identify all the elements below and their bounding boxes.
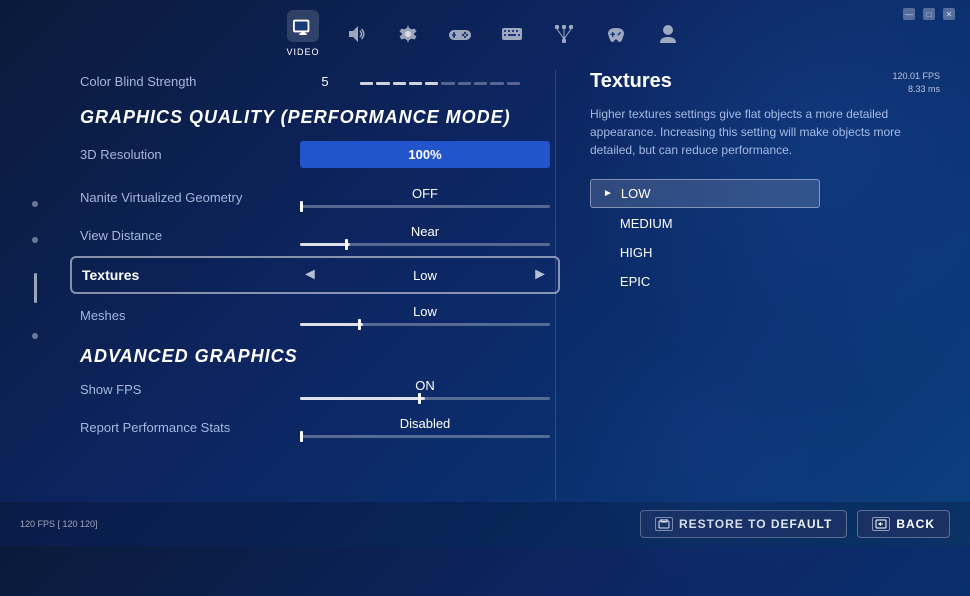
slider-seg-8: [474, 82, 487, 85]
main-content: Color Blind Strength 5 GRAPHICS QUALITY …: [70, 70, 560, 530]
dropdown-option-epic[interactable]: ► EPIC: [590, 268, 820, 295]
meshes-value: Low: [300, 304, 550, 319]
dropdown-label-medium: MEDIUM: [620, 216, 673, 231]
ms-value: 8.33 ms: [892, 83, 940, 96]
sidebar-dot-1: [32, 201, 38, 207]
slider-seg-6: [441, 82, 454, 85]
graphics-section-header: GRAPHICS QUALITY (PERFORMANCE MODE): [70, 97, 560, 133]
colorblind-value: 5: [300, 74, 350, 89]
nav-item-settings[interactable]: [392, 18, 424, 50]
bottom-bar: 120 FPS [ 120 120] RESTORE TO DEFAULT BA…: [0, 502, 970, 546]
panel-description: Higher textures settings give flat objec…: [590, 105, 940, 159]
show-fps-label: Show FPS: [80, 382, 300, 397]
back-label: BACK: [896, 517, 935, 531]
colorblind-label: Color Blind Strength: [80, 74, 300, 89]
slider-seg-7: [458, 82, 471, 85]
dropdown-arrow-low: ►: [603, 188, 613, 199]
sidebar-dot-2: [32, 237, 38, 243]
restore-default-label: RESTORE TO DEFAULT: [679, 517, 832, 531]
bottom-buttons: RESTORE TO DEFAULT BACK: [640, 510, 950, 538]
show-fps-value: ON: [300, 378, 550, 393]
fps-value: 120.01 FPS: [892, 70, 940, 83]
nanite-value: OFF: [300, 186, 550, 201]
textures-prev-arrow[interactable]: ◄: [302, 266, 318, 284]
audio-icon: [340, 18, 372, 50]
video-nav-label: VIDEO: [286, 47, 319, 57]
nanite-slider[interactable]: [300, 205, 550, 208]
panel-title: Textures: [590, 70, 940, 93]
show-fps-slider[interactable]: [300, 397, 550, 400]
textures-label: Textures: [82, 267, 302, 283]
back-icon: [872, 517, 890, 531]
user-icon: [652, 18, 684, 50]
nav-item-network[interactable]: [548, 18, 580, 50]
slider-seg-1: [360, 82, 373, 85]
view-distance-row: View Distance Near: [70, 218, 560, 252]
top-navigation: VIDEO: [0, 0, 970, 62]
view-distance-label: View Distance: [80, 228, 300, 243]
gamepad-icon: [600, 18, 632, 50]
nav-item-keyboard[interactable]: [496, 18, 528, 50]
textures-value: Low: [326, 268, 524, 283]
keyboard-icon: [496, 18, 528, 50]
slider-seg-5: [425, 82, 438, 85]
textures-next-arrow[interactable]: ►: [532, 266, 548, 284]
dropdown-option-high[interactable]: ► HIGH: [590, 239, 820, 266]
nav-item-audio[interactable]: [340, 18, 372, 50]
report-stats-row: Report Performance Stats Disabled: [70, 410, 560, 444]
video-icon: [287, 10, 319, 42]
sidebar: [0, 70, 70, 470]
meshes-label: Meshes: [80, 308, 300, 323]
nav-item-gamepad[interactable]: [600, 18, 632, 50]
meshes-slider[interactable]: [300, 323, 550, 326]
meshes-row: Meshes Low: [70, 298, 560, 332]
resolution-label: 3D Resolution: [80, 147, 300, 162]
dropdown-label-low: LOW: [621, 186, 651, 201]
dropdown-option-low[interactable]: ► LOW: [590, 179, 820, 208]
dropdown-option-medium[interactable]: ► MEDIUM: [590, 210, 820, 237]
report-stats-value: Disabled: [300, 416, 550, 431]
colorblind-row: Color Blind Strength 5: [70, 70, 560, 97]
report-stats-label: Report Performance Stats: [80, 420, 300, 435]
resolution-row: 3D Resolution 100%: [70, 133, 560, 176]
nanite-label: Nanite Virtualized Geometry: [80, 190, 300, 205]
restore-default-button[interactable]: RESTORE TO DEFAULT: [640, 510, 847, 538]
slider-seg-3: [393, 82, 406, 85]
report-stats-slider[interactable]: [300, 435, 550, 438]
slider-seg-2: [376, 82, 389, 85]
slider-seg-10: [507, 82, 520, 85]
textures-nav: ◄ Low ►: [302, 266, 548, 284]
controller-icon: [444, 18, 476, 50]
fps-badge: 120.01 FPS 8.33 ms: [892, 70, 940, 95]
fps-info: 120 FPS [ 120 120]: [20, 519, 98, 529]
advanced-section-header: ADVANCED GRAPHICS: [70, 336, 560, 372]
textures-row[interactable]: Textures ◄ Low ►: [70, 256, 560, 294]
dropdown-label-high: HIGH: [620, 245, 653, 260]
view-distance-value: Near: [300, 224, 550, 239]
sidebar-dot-3: [32, 333, 38, 339]
right-panel: 120.01 FPS 8.33 ms Textures Higher textu…: [590, 70, 940, 297]
sidebar-line: [34, 273, 37, 303]
dropdown-label-epic: EPIC: [620, 274, 650, 289]
show-fps-row: Show FPS ON: [70, 372, 560, 406]
slider-seg-4: [409, 82, 422, 85]
restore-icon: [655, 517, 673, 531]
view-distance-slider[interactable]: [300, 243, 550, 246]
slider-seg-9: [490, 82, 503, 85]
resolution-value[interactable]: 100%: [300, 141, 550, 168]
back-button[interactable]: BACK: [857, 510, 950, 538]
gear-icon: [392, 18, 424, 50]
network-icon: [548, 18, 580, 50]
texture-quality-dropdown: ► LOW ► MEDIUM ► HIGH ► EPIC: [590, 179, 820, 295]
nav-item-video[interactable]: VIDEO: [286, 10, 319, 57]
nav-item-controller[interactable]: [444, 18, 476, 50]
nav-item-user[interactable]: [652, 18, 684, 50]
colorblind-slider[interactable]: [360, 79, 520, 85]
panel-divider: [555, 70, 556, 500]
nanite-row: Nanite Virtualized Geometry OFF: [70, 180, 560, 214]
